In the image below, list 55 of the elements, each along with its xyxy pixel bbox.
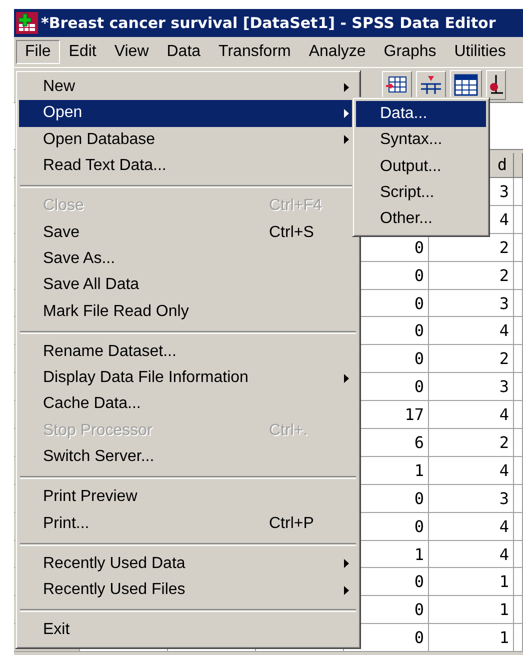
submenu-arrow-icon <box>344 374 349 383</box>
toolbar-button[interactable] <box>486 70 506 100</box>
table-cell: 4 <box>429 317 514 346</box>
menu-bar-item[interactable]: File <box>16 40 60 64</box>
table-cell: 2 <box>429 345 514 374</box>
table-cell <box>514 401 523 430</box>
table-cell <box>514 512 523 541</box>
table-cell <box>514 568 523 596</box>
table-cell: 4 <box>429 401 514 430</box>
submenu-arrow-icon <box>344 135 349 144</box>
table-cell <box>514 262 523 290</box>
table-cell: 2 <box>429 262 514 290</box>
menu-bar-item[interactable]: Edit <box>60 40 106 64</box>
table-cell: 4 <box>429 512 514 541</box>
table-cell <box>514 596 523 624</box>
menu-bar-item[interactable]: Analyze <box>300 40 375 64</box>
menu-bar-item[interactable]: Data <box>158 40 210 64</box>
submenu-arrow-icon <box>344 82 349 92</box>
menu-bar-item[interactable]: View <box>105 40 158 64</box>
submenu-arrow-icon <box>344 108 349 118</box>
table-cell <box>514 178 523 206</box>
menu-bar-item[interactable]: Graphs <box>374 40 446 64</box>
submenu-arrow-icon <box>344 586 349 595</box>
table-cell <box>514 206 523 234</box>
menu-bar-item[interactable]: Transform <box>210 40 300 64</box>
table-cell: 3 <box>429 373 514 402</box>
table-cell: 1 <box>429 596 514 624</box>
table-cell <box>514 345 523 374</box>
table-cell <box>514 373 523 402</box>
table-cell <box>514 317 523 346</box>
table-cell: 2 <box>429 429 514 457</box>
table-icon <box>453 73 479 97</box>
table-cell: 4 <box>429 540 514 568</box>
insert-row-icon <box>419 74 443 96</box>
window-title: *Breast cancer survival [DataSet1] - SPSS Data Editor <box>41 14 496 32</box>
table-cell <box>514 290 523 318</box>
menu-item[interactable]: Syntax... <box>356 127 486 154</box>
column-header[interactable] <box>514 153 523 178</box>
table-cell: 3 <box>429 290 514 318</box>
menu-item[interactable]: New <box>19 74 357 100</box>
menu-item[interactable]: Output... <box>356 154 486 180</box>
table-cell: 4 <box>429 456 514 485</box>
menu-bar-item[interactable]: Utilities <box>445 40 515 64</box>
table-cell: 1 <box>429 568 514 596</box>
plus-grid-icon <box>16 12 38 34</box>
table-cell: 3 <box>429 484 514 513</box>
table-cell: 1 <box>429 624 514 652</box>
table-cell <box>514 540 523 568</box>
table-cell <box>514 624 523 652</box>
table-cell <box>514 456 523 485</box>
submenu-arrow-icon <box>344 559 349 568</box>
table-cell <box>514 429 523 457</box>
menu-item[interactable]: Data... <box>356 101 486 128</box>
table-cell <box>514 484 523 513</box>
table-cell <box>514 234 523 262</box>
